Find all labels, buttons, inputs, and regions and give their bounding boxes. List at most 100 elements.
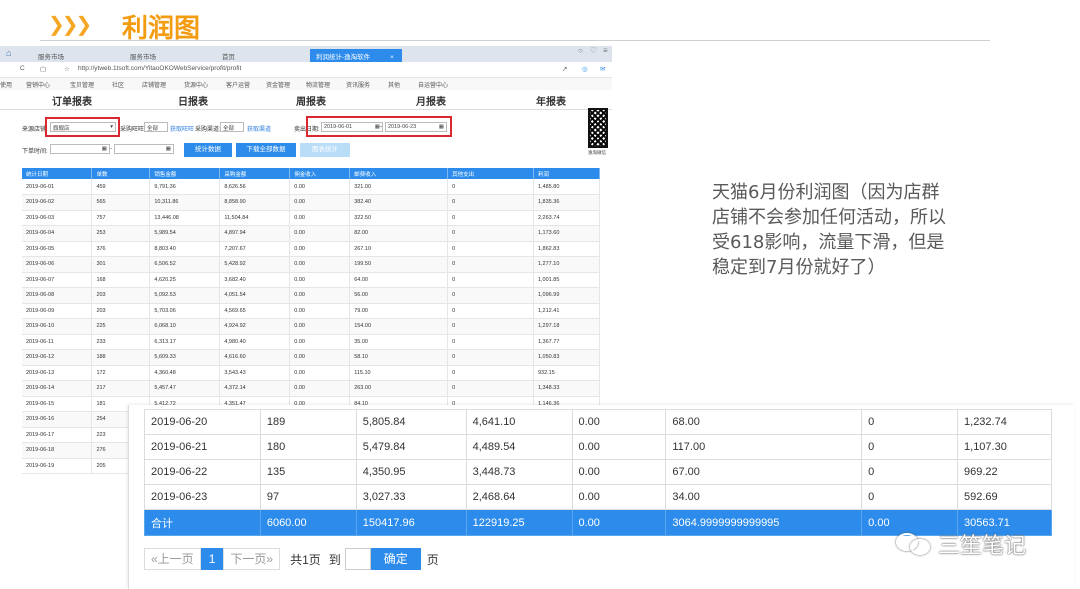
column-header[interactable]: 统计日期: [22, 168, 93, 179]
column-header[interactable]: 采购金额: [219, 168, 291, 179]
table-row: 2019-06-04 253 5,989.54 4,897.94 0.00 82.00 0 1…: [22, 225, 601, 242]
order-time-from[interactable]: ▦: [50, 144, 110, 154]
bookmark-item[interactable]: 自运营中心: [418, 80, 448, 89]
home-icon[interactable]: ⌂: [6, 48, 11, 58]
table-cell: 0.00: [289, 365, 351, 381]
chart-stats-button[interactable]: 图表统计: [300, 143, 350, 157]
tab-weekly-report[interactable]: 周报表: [296, 93, 326, 108]
table-cell: 180: [259, 434, 357, 460]
calendar-icon[interactable]: ▦: [166, 146, 171, 152]
table-cell: 5,609.33: [149, 349, 221, 366]
bookmark-item[interactable]: 其他: [388, 80, 400, 89]
download-all-button[interactable]: 下载全部数据: [236, 143, 296, 157]
table-cell: 2019-06-07: [22, 272, 93, 288]
tab-daily-report[interactable]: 日报表: [178, 93, 208, 108]
table-cell: 0: [447, 365, 534, 381]
bookmark-item[interactable]: 货源中心: [184, 80, 208, 89]
table-cell: 5,479.84: [355, 434, 467, 460]
confirm-button[interactable]: 确定: [370, 548, 421, 570]
next-page-button[interactable]: 下一页»: [223, 548, 281, 570]
table-cell: 2019-06-18: [22, 442, 93, 459]
bookmark-item[interactable]: 客户运营: [226, 80, 250, 89]
table-row: 2019-06-14 217 5,457.47 4,372.14 0.00 263.00 0…: [22, 380, 601, 397]
table-cell: 4,372.14: [219, 380, 291, 397]
star-icon[interactable]: ☆: [64, 65, 70, 73]
calendar-icon[interactable]: ▦: [102, 146, 107, 152]
bookmark-item[interactable]: 营销中心: [26, 80, 50, 89]
order-time-to[interactable]: ▦: [114, 144, 174, 154]
table-cell: 932.15: [533, 365, 601, 381]
table-row: 2019-06-02 565 10,311.86 8,858.90 0.00 382.40…: [22, 194, 601, 211]
table-cell: 5,457.47: [149, 380, 221, 397]
buyer-select[interactable]: 全部: [144, 122, 168, 132]
bookmark-item[interactable]: 资讯服务: [346, 80, 370, 89]
table-cell: 2019-06-21: [144, 434, 261, 460]
column-header[interactable]: 利润: [533, 168, 601, 179]
table-cell: 0.00: [571, 434, 667, 460]
buyer-fetch-link[interactable]: 获取旺旺: [170, 124, 194, 133]
table-cell: 82.00: [349, 225, 449, 242]
external-icon[interactable]: ↗: [562, 65, 567, 73]
menu-icon[interactable]: ≡: [603, 46, 608, 55]
table-cell: 2019-06-22: [144, 459, 261, 485]
page-number-input[interactable]: [344, 548, 371, 570]
table-cell: 4,489.54: [465, 434, 573, 460]
channel-fetch-link[interactable]: 获取渠道: [247, 124, 271, 133]
current-page-button[interactable]: 1: [200, 548, 224, 570]
prev-page-button[interactable]: «上一页: [144, 548, 201, 570]
table-cell: 1,348.33: [533, 380, 601, 397]
profit-table-bottom-screenshot: 2019-06-20 189 5,805.84 4,641.10 0.00 68.00 0 1…: [128, 405, 1074, 589]
goto-text: 到: [328, 552, 341, 567]
mail-icon[interactable]: ✉: [600, 65, 605, 73]
report-tabs: 订单报表 日报表 周报表 月报表 年报表: [0, 90, 612, 110]
table-cell: 0: [447, 272, 534, 288]
bookmark-item[interactable]: 资金管理: [266, 80, 290, 89]
column-header[interactable]: 单数: [91, 168, 151, 179]
favorite-icon[interactable]: ♡: [590, 46, 597, 55]
table-cell: 0: [447, 256, 534, 273]
column-header[interactable]: 其他支出: [447, 168, 534, 179]
column-header[interactable]: 销售金额: [149, 168, 221, 179]
table-cell: 4,051.54: [219, 287, 291, 304]
page-icon: ▢: [40, 66, 47, 73]
refresh-icon[interactable]: C: [20, 65, 25, 72]
browser-tab-active[interactable]: 利润统计-逸淘软件 ×: [310, 49, 402, 62]
browser-tab-label: 利润统计-逸淘软件: [316, 54, 371, 61]
channel-select[interactable]: 全部: [220, 122, 244, 132]
url-text[interactable]: http://ytweb.1tsoft.com/YitaoOKOWebServi…: [78, 65, 241, 72]
browser-tab[interactable]: 首页: [216, 49, 241, 62]
bookmark-item[interactable]: 店铺管理: [142, 80, 166, 89]
column-header[interactable]: 佣金收入: [289, 168, 351, 179]
table-cell: 203: [91, 287, 151, 304]
table-cell: 154.00: [349, 318, 449, 335]
table-cell: 1,367.77: [533, 334, 601, 350]
bookmark-item[interactable]: 物流管理: [306, 80, 330, 89]
bookmark-item[interactable]: 宝贝管理: [70, 80, 94, 89]
tab-close-icon[interactable]: ×: [390, 54, 394, 61]
watermark-text: 三笙笔记: [938, 534, 1027, 559]
table-cell: 2019-06-13: [22, 365, 93, 381]
table-cell: 35.00: [349, 334, 449, 350]
stats-button[interactable]: 统计数据: [184, 143, 232, 157]
tab-monthly-report[interactable]: 月报表: [416, 93, 446, 108]
browser-tab[interactable]: 服务市场: [124, 49, 162, 62]
table-cell: 233: [91, 334, 151, 350]
table-cell: 0.00: [289, 287, 351, 304]
total-cell: 122919.25: [465, 509, 573, 536]
browser-tab[interactable]: 服务市场: [32, 49, 70, 62]
bookmark-item[interactable]: 社区: [112, 80, 124, 89]
table-cell: 135: [259, 459, 357, 485]
extension-icon[interactable]: ◎: [582, 65, 588, 73]
table-cell: 2019-06-15: [22, 396, 93, 412]
table-cell: 2019-06-01: [22, 179, 93, 195]
minimize-icon[interactable]: ○: [578, 46, 583, 55]
table-cell: 4,897.94: [219, 225, 291, 242]
table-cell: 1,096.99: [533, 287, 601, 304]
table-cell: 263.00: [349, 380, 449, 397]
column-header[interactable]: 邮费收入: [349, 168, 449, 179]
tab-yearly-report[interactable]: 年报表: [536, 93, 566, 108]
tab-order-report[interactable]: 订单报表: [52, 93, 92, 108]
table-cell: 64.00: [349, 272, 449, 288]
table-row: 2019-06-09 203 5,703.06 4,569.65 0.00 79.00 0 1…: [22, 303, 601, 319]
table-cell: 2,263.74: [533, 210, 601, 226]
